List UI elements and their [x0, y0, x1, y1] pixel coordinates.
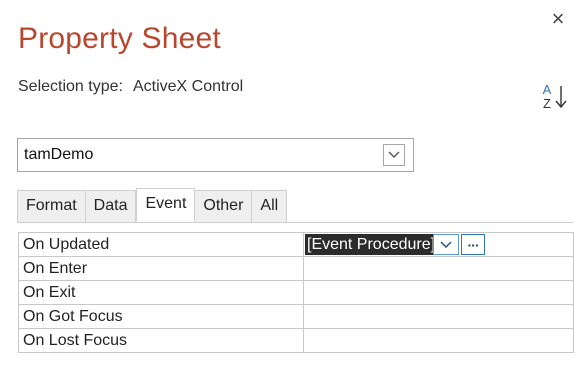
property-label: On Exit [19, 281, 304, 305]
property-row: On Got Focus [19, 305, 574, 329]
property-value-field[interactable] [304, 305, 574, 329]
property-value-text: [Event Procedure] [305, 234, 438, 255]
chevron-down-icon [440, 241, 452, 248]
property-sheet-panel: Property Sheet × Selection type: ActiveX … [0, 0, 577, 380]
chevron-down-icon [388, 151, 400, 158]
tabs-divider [17, 222, 573, 223]
property-row: On Lost Focus [19, 329, 574, 353]
sort-button[interactable]: A Z [540, 78, 570, 114]
property-value-dropdown-button[interactable] [433, 234, 459, 255]
builder-button[interactable]: ··· [461, 234, 485, 255]
tab-event[interactable]: Event [136, 188, 196, 222]
property-value-field[interactable]: [Event Procedure] ··· [304, 233, 574, 257]
property-label: On Lost Focus [19, 329, 304, 353]
close-button[interactable]: × [545, 6, 571, 32]
property-label: On Enter [19, 257, 304, 281]
property-value-field[interactable] [304, 329, 574, 353]
ellipsis-icon: ··· [467, 236, 480, 253]
selection-type-label: Selection type: [18, 78, 123, 95]
svg-text:Z: Z [543, 96, 551, 111]
object-selector-combo[interactable]: tamDemo [17, 138, 414, 172]
property-label: On Updated [19, 233, 304, 257]
selection-type: Selection type: ActiveX Control [18, 78, 243, 96]
sort-az-icon: A Z [543, 82, 567, 111]
page-title: Property Sheet [18, 22, 221, 55]
tab-other[interactable]: Other [195, 190, 253, 222]
tab-data[interactable]: Data [85, 190, 137, 222]
property-tabs: Format Data Event Other All [17, 188, 288, 222]
property-label: On Got Focus [19, 305, 304, 329]
close-icon: × [551, 6, 565, 31]
property-grid: On Updated [Event Procedure] ··· On Enter On… [18, 232, 574, 353]
property-row: On Exit [19, 281, 574, 305]
object-selector-value: tamDemo [24, 146, 94, 163]
property-value-field[interactable] [304, 257, 574, 281]
property-row: On Updated [Event Procedure] ··· [19, 233, 574, 257]
property-value-field[interactable] [304, 281, 574, 305]
selection-type-value: ActiveX Control [132, 78, 244, 95]
tab-all[interactable]: All [252, 190, 288, 222]
property-row: On Enter [19, 257, 574, 281]
svg-text:A: A [543, 82, 552, 97]
tab-format[interactable]: Format [17, 190, 86, 222]
object-selector-dropdown-button[interactable] [383, 144, 405, 166]
